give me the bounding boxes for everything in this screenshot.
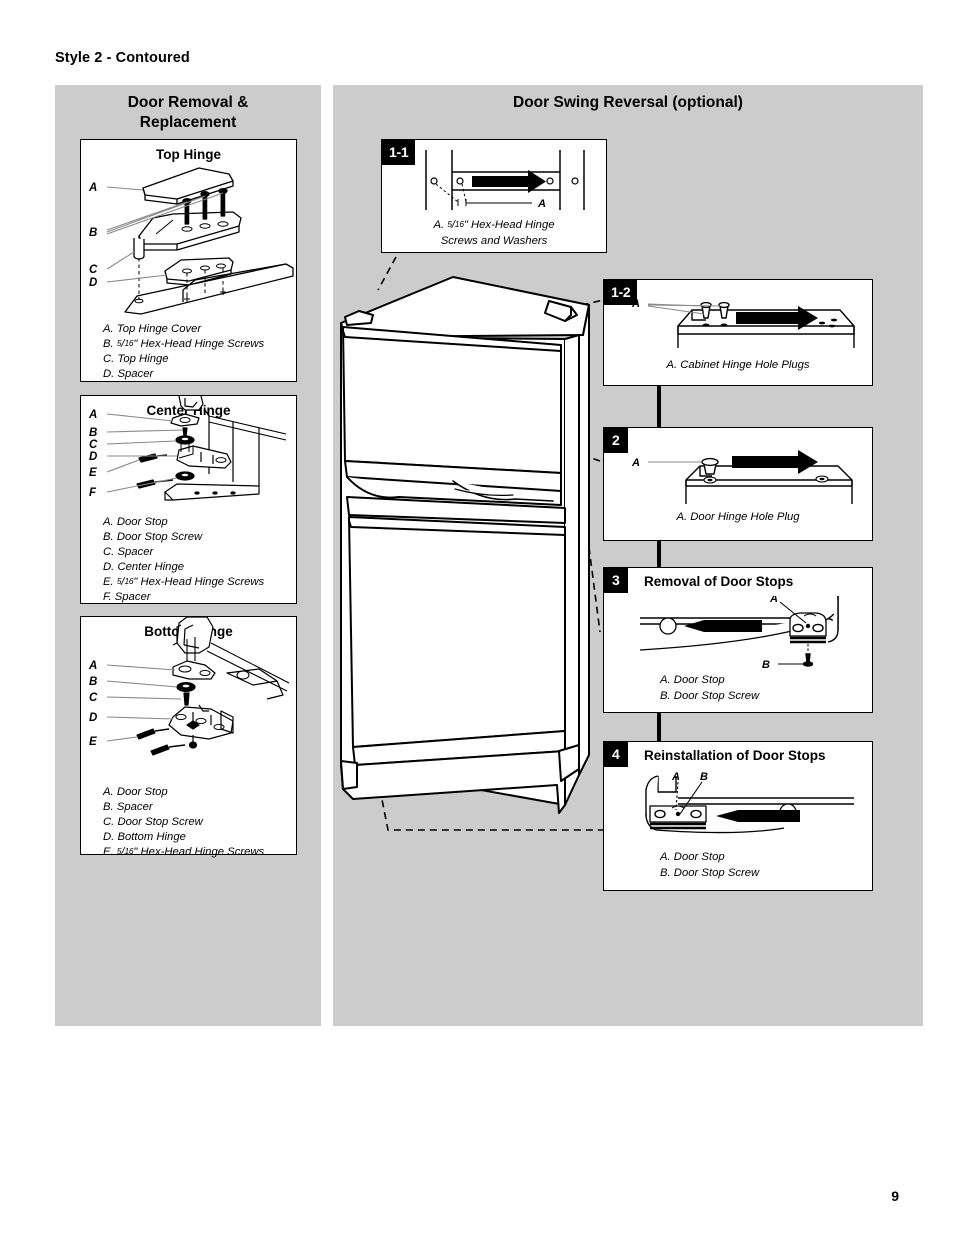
legend-item-b: B. 5/16" Hex-Head Hinge Screws bbox=[103, 337, 265, 350]
legend-item-e: E. 5/16" Hex-Head Hinge Screws bbox=[103, 845, 265, 858]
step-1-2-diagram: A bbox=[631, 298, 855, 348]
legend-item-d: D. Bottom Hinge bbox=[103, 830, 186, 843]
step-2-diagram: A bbox=[631, 450, 853, 504]
step-4-caption-line1: A. Door Stop bbox=[660, 851, 725, 863]
step-3-caption-line2: B. Door Stop Screw bbox=[660, 689, 760, 702]
step-panel-1-1: 1-1 A A. 5/16" Hex-Head Hinge Screws and… bbox=[381, 139, 607, 253]
step-1-1-caption: A. 5/16" Hex-Head Hinge Screws and Washe… bbox=[382, 218, 606, 249]
step-badge-3: 3 bbox=[604, 568, 628, 593]
top-hinge-legend: A. Top Hinge Cover B. 5/16" Hex-Head Hin… bbox=[103, 322, 264, 382]
left-column-title: Door Removal & Replacement bbox=[55, 93, 321, 133]
callout-letter-c: C bbox=[89, 439, 98, 451]
callout-letter-b: B bbox=[89, 427, 97, 439]
legend-item-f: F. Spacer bbox=[103, 590, 151, 603]
legend-item-c: C. Top Hinge bbox=[103, 352, 169, 365]
step-panel-1-2: 1-2 A A. Cabinet Hinge Hole Plugs bbox=[603, 279, 873, 386]
center-hinge-exploded-diagram: A B C D E F bbox=[88, 396, 287, 501]
step-4-caption: A. Door Stop B. Door Stop Screw bbox=[660, 850, 759, 881]
bottom-hinge-legend: A. Door Stop B. Spacer C. Door Stop Scre… bbox=[103, 785, 264, 860]
legend-item-b: B. Spacer bbox=[103, 800, 153, 813]
step-badge-2: 2 bbox=[604, 428, 628, 453]
direction-arrow-left bbox=[684, 620, 762, 632]
manual-page: Style 2 - Contoured Door Removal & Repla… bbox=[0, 0, 954, 1235]
step-2-caption: A. Door Hinge Hole Plug bbox=[676, 511, 800, 523]
step-3-title: Removal of Door Stops bbox=[644, 574, 794, 589]
step-4-caption-line2: B. Door Stop Screw bbox=[660, 866, 760, 879]
legend-item-a: A. Door Stop bbox=[103, 786, 168, 798]
panel-top-hinge: Top Hinge A B C D A. Top Hinge Cover B. … bbox=[80, 139, 297, 382]
callout-letter-a: A bbox=[88, 182, 97, 194]
legend-item-d: D. Center Hinge bbox=[103, 560, 185, 573]
callout-letter-a: A bbox=[537, 198, 546, 210]
callout-letter-d: D bbox=[89, 451, 97, 463]
step-4-title: Reinstallation of Door Stops bbox=[644, 748, 826, 763]
callout-letter-d: D bbox=[89, 277, 97, 289]
legend-item-c: C. Door Stop Screw bbox=[103, 815, 203, 828]
panel-bottom-hinge: Bottom Hinge A B C D E A. Door Stop B. S… bbox=[80, 616, 297, 858]
step-1-1-caption-line1: A. 5/16" Hex-Head Hinge bbox=[433, 219, 555, 231]
callout-letter-e: E bbox=[89, 736, 97, 748]
callout-letter-c: C bbox=[89, 264, 98, 276]
legend-item-c: C. Spacer bbox=[103, 545, 154, 558]
legend-item-e: E. 5/16" Hex-Head Hinge Screws bbox=[103, 575, 265, 588]
step-panel-2: 2 A A. Door Hinge Hole Plug bbox=[603, 427, 873, 541]
callout-letter-a: A bbox=[671, 771, 680, 783]
step-1-1-diagram: A bbox=[425, 150, 585, 210]
step-1-1-caption-line2: Screws and Washers bbox=[440, 234, 548, 247]
callout-letter-a: A bbox=[631, 457, 640, 469]
step-4-diagram: A B bbox=[645, 771, 854, 834]
right-column-title: Door Swing Reversal (optional) bbox=[513, 94, 743, 111]
bottom-hinge-exploded-diagram: A B C D E bbox=[88, 617, 290, 756]
callout-letter-d: D bbox=[89, 712, 97, 724]
callout-letter-c: C bbox=[89, 692, 98, 704]
legend-item-a: A. Door Stop bbox=[103, 516, 168, 528]
step-panel-3: 3 Removal of Door Stops A B A. Door Stop… bbox=[603, 567, 873, 713]
callout-letter-b: B bbox=[762, 659, 770, 671]
step-3-diagram: A B bbox=[639, 596, 839, 671]
callout-letter-a: A bbox=[88, 409, 97, 421]
legend-item-d: D. Spacer bbox=[103, 367, 154, 380]
step-badge-4: 4 bbox=[604, 742, 628, 767]
step-1-2-caption: A. Cabinet Hinge Hole Plugs bbox=[666, 359, 810, 371]
legend-item-a: A. Top Hinge Cover bbox=[103, 323, 202, 335]
panel-center-hinge: Center Hinge A B C D E F A. Door Stop B.… bbox=[80, 395, 297, 604]
callout-letter-b: B bbox=[89, 676, 97, 688]
step-3-caption-line1: A. Door Stop bbox=[660, 674, 725, 686]
callout-letter-b: B bbox=[89, 227, 97, 239]
top-hinge-exploded-diagram: A B C D bbox=[88, 167, 294, 315]
callout-letter-e: E bbox=[89, 467, 97, 479]
refrigerator-illustration bbox=[340, 276, 590, 814]
page-number: 9 bbox=[891, 1188, 899, 1204]
style-heading: Style 2 - Contoured bbox=[55, 50, 190, 66]
left-column-title-line1: Door Removal & bbox=[127, 94, 249, 111]
direction-arrow-left bbox=[716, 810, 800, 822]
callout-letter-a: A bbox=[88, 660, 97, 672]
center-hinge-legend: A. Door Stop B. Door Stop Screw C. Space… bbox=[103, 515, 264, 604]
callout-letter-b: B bbox=[700, 771, 708, 783]
step-panel-4: 4 Reinstallation of Door Stops A B A. Do… bbox=[603, 741, 873, 891]
left-column-title-line2: Replacement bbox=[139, 113, 237, 131]
callout-letter-f: F bbox=[89, 487, 97, 499]
step-3-caption: A. Door Stop B. Door Stop Screw bbox=[660, 673, 759, 704]
legend-item-b: B. Door Stop Screw bbox=[103, 530, 203, 543]
callout-letter-a: A bbox=[769, 596, 778, 605]
callout-letter-a: A bbox=[631, 298, 640, 310]
